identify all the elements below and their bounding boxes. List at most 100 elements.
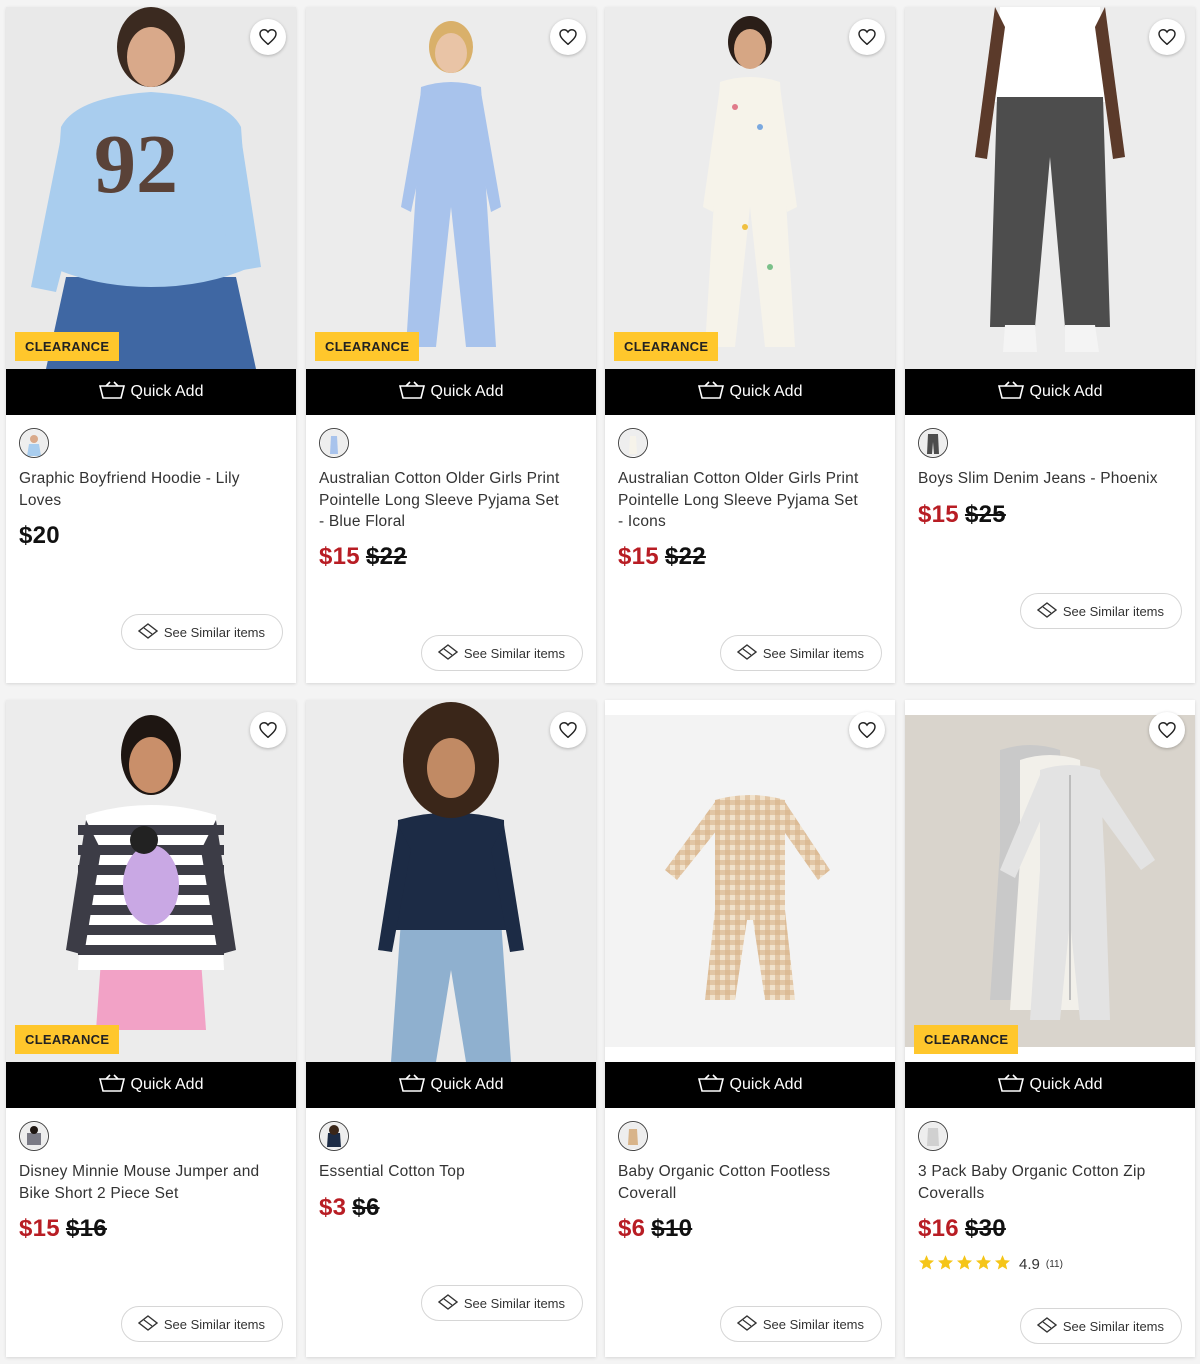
colour-swatch[interactable]: [319, 1121, 349, 1151]
product-grid: 92 CLEARANCE Quick Add Graphic Boyfriend…: [0, 0, 1200, 1364]
clearance-badge: CLEARANCE: [614, 332, 719, 361]
wishlist-heart-icon[interactable]: [550, 712, 586, 748]
see-similar-button[interactable]: See Similar items: [120, 1306, 283, 1342]
product-card[interactable]: Quick Add Boys Slim Denim Jeans - Phoeni…: [905, 7, 1195, 683]
see-similar-label: See Similar items: [1062, 603, 1164, 619]
product-card[interactable]: CLEARANCE Quick Add Disney Minnie Mouse …: [6, 700, 296, 1357]
quick-add-button[interactable]: Quick Add: [605, 1062, 895, 1108]
see-similar-label: See Similar items: [163, 624, 265, 640]
clearance-badge: CLEARANCE: [315, 332, 420, 361]
product-image[interactable]: CLEARANCE: [6, 700, 296, 1062]
see-similar-button[interactable]: See Similar items: [719, 1306, 882, 1342]
product-price: $20: [19, 522, 60, 550]
product-card[interactable]: Quick Add Essential Cotton Top $3 $6 See …: [306, 700, 596, 1357]
clearance-badge: CLEARANCE: [914, 1025, 1019, 1054]
product-title[interactable]: Disney Minnie Mouse Jumper and Bike Shor…: [19, 1161, 266, 1204]
product-title[interactable]: Graphic Boyfriend Hoodie - Lily Loves: [19, 468, 266, 511]
colour-swatch[interactable]: [19, 1121, 49, 1151]
star-icon: [975, 1254, 992, 1275]
colour-swatch[interactable]: [918, 1121, 948, 1151]
see-similar-button[interactable]: See Similar items: [719, 635, 882, 671]
colour-swatch[interactable]: [918, 428, 948, 458]
quick-add-button[interactable]: Quick Add: [306, 1062, 596, 1108]
product-photo: [306, 700, 596, 1062]
quick-add-button[interactable]: Quick Add: [6, 369, 296, 415]
was-price: $6: [352, 1194, 380, 1221]
see-similar-button[interactable]: See Similar items: [1019, 593, 1182, 629]
colour-swatch[interactable]: [319, 428, 349, 458]
wishlist-heart-icon[interactable]: [250, 712, 286, 748]
see-similar-button[interactable]: See Similar items: [420, 635, 583, 671]
product-photo: [306, 7, 596, 369]
product-title[interactable]: Essential Cotton Top: [319, 1161, 566, 1183]
clearance-badge: CLEARANCE: [15, 1025, 120, 1054]
product-title[interactable]: 3 Pack Baby Organic Cotton Zip Coveralls: [918, 1161, 1165, 1204]
quick-add-button[interactable]: Quick Add: [605, 369, 895, 415]
quick-add-button[interactable]: Quick Add: [306, 369, 596, 415]
colour-swatch[interactable]: [19, 428, 49, 458]
similar-hanger-icon: [1036, 1316, 1057, 1336]
clearance-badge: CLEARANCE: [15, 332, 120, 361]
product-price: $15 $25: [918, 501, 1006, 529]
quick-add-button[interactable]: Quick Add: [6, 1062, 296, 1108]
product-card[interactable]: CLEARANCE Quick Add Australian Cotton Ol…: [306, 7, 596, 683]
product-title[interactable]: Australian Cotton Older Girls Print Poin…: [618, 468, 865, 533]
quick-add-button[interactable]: Quick Add: [905, 369, 1195, 415]
quick-add-label: Quick Add: [430, 383, 504, 400]
product-title[interactable]: Baby Organic Cotton Footless Coverall: [618, 1161, 865, 1204]
wishlist-heart-icon[interactable]: [550, 19, 586, 55]
similar-hanger-icon: [437, 643, 458, 663]
product-image[interactable]: [905, 7, 1195, 369]
wishlist-heart-icon[interactable]: [849, 712, 885, 748]
product-card[interactable]: CLEARANCE Quick Add 3 Pack Baby Organic …: [905, 700, 1195, 1357]
see-similar-button[interactable]: See Similar items: [420, 1285, 583, 1321]
colour-swatch[interactable]: [618, 1121, 648, 1151]
sale-price: $15: [319, 543, 360, 570]
product-photo: 92: [6, 7, 296, 369]
see-similar-label: See Similar items: [1062, 1318, 1164, 1334]
product-price: $15 $16: [19, 1215, 107, 1243]
product-price: $16 $30: [918, 1215, 1006, 1243]
sale-price: $15: [19, 1215, 60, 1242]
product-card[interactable]: Quick Add Baby Organic Cotton Footless C…: [605, 700, 895, 1357]
product-image[interactable]: CLEARANCE: [905, 700, 1195, 1062]
was-price: $22: [664, 543, 706, 570]
see-similar-label: See Similar items: [463, 645, 565, 661]
basket-icon: [398, 1073, 425, 1097]
product-photo: [605, 7, 895, 369]
product-image[interactable]: CLEARANCE: [605, 7, 895, 369]
product-image[interactable]: 92 CLEARANCE: [6, 7, 296, 369]
quick-add-button[interactable]: Quick Add: [905, 1062, 1195, 1108]
product-image[interactable]: CLEARANCE: [306, 7, 596, 369]
product-price: $3 $6: [319, 1194, 380, 1222]
product-photo: [905, 7, 1195, 369]
was-price: $30: [964, 1215, 1006, 1242]
product-card[interactable]: CLEARANCE Quick Add Australian Cotton Ol…: [605, 7, 895, 683]
quick-add-label: Quick Add: [430, 1076, 504, 1093]
product-title[interactable]: Boys Slim Denim Jeans - Phoenix: [918, 468, 1165, 490]
sale-price: $15: [618, 543, 659, 570]
star-icon: [956, 1254, 973, 1275]
colour-swatch[interactable]: [618, 428, 648, 458]
product-title[interactable]: Australian Cotton Older Girls Print Poin…: [319, 468, 566, 533]
product-image[interactable]: [306, 700, 596, 1062]
quick-add-label: Quick Add: [130, 383, 204, 400]
see-similar-label: See Similar items: [762, 1316, 864, 1332]
see-similar-button[interactable]: See Similar items: [120, 614, 283, 650]
product-price: $15 $22: [319, 543, 407, 571]
star-icon: [994, 1254, 1011, 1275]
product-card[interactable]: 92 CLEARANCE Quick Add Graphic Boyfriend…: [6, 7, 296, 683]
product-image[interactable]: [605, 700, 895, 1062]
basket-icon: [997, 1073, 1024, 1097]
wishlist-heart-icon[interactable]: [1149, 712, 1185, 748]
product-rating[interactable]: 4.9 (11): [918, 1254, 1063, 1275]
was-price: $16: [65, 1215, 107, 1242]
current-price: $20: [19, 522, 60, 549]
wishlist-heart-icon[interactable]: [250, 19, 286, 55]
quick-add-label: Quick Add: [130, 1076, 204, 1093]
see-similar-button[interactable]: See Similar items: [1019, 1308, 1182, 1344]
quick-add-label: Quick Add: [1029, 1076, 1103, 1093]
wishlist-heart-icon[interactable]: [849, 19, 885, 55]
wishlist-heart-icon[interactable]: [1149, 19, 1185, 55]
rating-value: 4.9: [1019, 1256, 1040, 1273]
